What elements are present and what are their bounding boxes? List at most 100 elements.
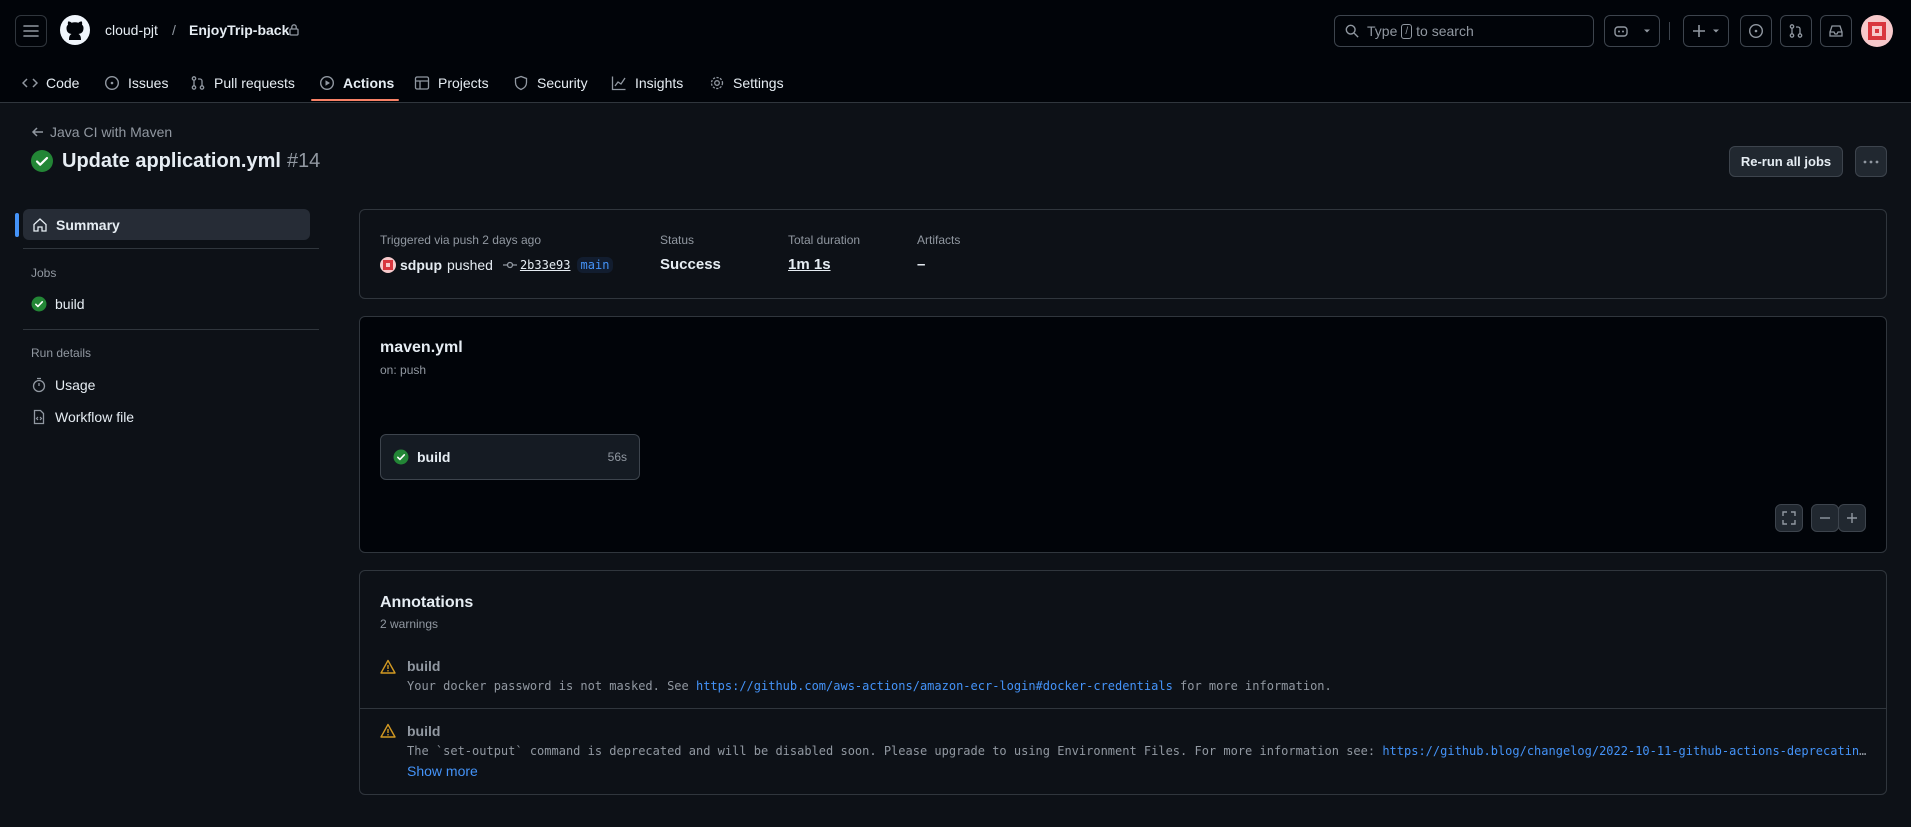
tab-actions-label: Actions: [343, 75, 395, 91]
search-prefix: Type: [1367, 23, 1398, 39]
back-to-workflow-link[interactable]: Java CI with Maven: [31, 124, 172, 140]
status-label: Status: [660, 233, 695, 247]
issue-opened-icon: [104, 75, 120, 91]
annotation-link[interactable]: https://github.com/aws-actions/amazon-ec…: [696, 679, 1173, 693]
git-pull-request-icon: [191, 76, 205, 90]
issue-opened-icon: [1748, 23, 1764, 39]
shield-icon: [514, 75, 528, 91]
user-avatar[interactable]: [1861, 15, 1893, 47]
job-card-duration: 56s: [607, 450, 627, 464]
commit-sha-link[interactable]: 2b33e93: [520, 258, 571, 272]
avatar-image-icon: [1868, 22, 1886, 40]
zoom-in-button[interactable]: [1838, 504, 1866, 532]
job-card-build[interactable]: build 56s: [380, 434, 640, 480]
run-number: #14: [286, 149, 321, 172]
chevron-down-icon: [1713, 29, 1719, 33]
screen-full-icon: [1782, 511, 1796, 525]
kebab-horizontal-icon: [1863, 160, 1879, 163]
table-icon: [414, 76, 430, 90]
tab-projects[interactable]: Projects: [414, 64, 489, 102]
github-logo-icon[interactable]: [59, 14, 91, 46]
home-icon: [33, 217, 47, 232]
tab-security[interactable]: Security: [513, 64, 588, 102]
git-pull-request-icon: [1789, 24, 1803, 38]
annotation-text: The `set-output` command is deprecated a…: [407, 744, 1383, 758]
menu-button[interactable]: [15, 15, 47, 47]
tab-projects-label: Projects: [438, 75, 489, 91]
stopwatch-icon: [32, 377, 46, 393]
git-commit-icon: [502, 261, 517, 269]
annotation-suffix: for more information.: [1172, 679, 1332, 693]
graph-icon: [611, 76, 626, 91]
alert-icon: [380, 659, 396, 675]
run-title: Update application.yml #14: [30, 149, 320, 173]
tab-pull-requests[interactable]: Pull requests: [190, 64, 295, 102]
jobs-heading: Jobs: [31, 266, 57, 280]
inbox-button[interactable]: [1820, 15, 1852, 47]
header-divider: [1669, 22, 1670, 40]
arrow-left-icon: [31, 127, 43, 137]
search-suffix: to search: [1416, 23, 1474, 39]
sidebar-item-workflow-file-label: Workflow file: [55, 409, 135, 425]
artifacts-label: Artifacts: [917, 233, 961, 247]
copilot-button[interactable]: [1604, 15, 1660, 47]
issues-button[interactable]: [1740, 15, 1772, 47]
tab-settings-label: Settings: [733, 75, 784, 91]
sidebar-item-usage-label: Usage: [55, 377, 96, 393]
sidebar-active-indicator: [15, 213, 19, 237]
check-circle-fill-icon: [31, 150, 53, 172]
workflow-trigger: on: push: [380, 363, 427, 377]
gear-icon: [710, 76, 724, 90]
duration-value[interactable]: 1m 1s: [788, 256, 831, 273]
annotation-divider: [360, 708, 1886, 709]
more-options-button[interactable]: [1855, 146, 1887, 177]
annotation-job-link[interactable]: build: [407, 723, 440, 739]
search-icon: [1345, 24, 1359, 38]
branch-badge[interactable]: main: [576, 257, 614, 273]
sidebar-item-usage[interactable]: Usage: [31, 377, 95, 393]
push-info: sdpup pushed 2b33e93 main: [380, 257, 614, 273]
show-more-link[interactable]: Show more: [407, 763, 478, 779]
sidebar-divider: [23, 248, 319, 249]
tab-pull-requests-label: Pull requests: [214, 75, 295, 91]
pusher-username[interactable]: sdpup: [400, 257, 442, 273]
inbox-icon: [1829, 25, 1843, 37]
pull-requests-button[interactable]: [1780, 15, 1812, 47]
file-code-icon: [33, 409, 45, 425]
sidebar-item-workflow-file[interactable]: Workflow file: [31, 409, 134, 425]
duration-label: Total duration: [788, 233, 861, 247]
sidebar-item-build-label: build: [55, 296, 85, 312]
sidebar-item-summary[interactable]: Summary: [23, 209, 310, 240]
user-avatar-small[interactable]: [380, 257, 396, 273]
zoom-out-button[interactable]: [1811, 504, 1839, 532]
annotation-text: Your docker password is not masked. See: [407, 679, 696, 693]
plus-icon: [1693, 25, 1705, 37]
tab-issues[interactable]: Issues: [104, 64, 168, 102]
tab-issues-label: Issues: [128, 75, 169, 91]
tab-code[interactable]: Code: [22, 64, 79, 102]
annotation-link[interactable]: https://github.blog/changelog/2022-10-11…: [1382, 744, 1867, 758]
trigger-text: Triggered via push 2 days ago: [380, 233, 541, 247]
sidebar-item-build[interactable]: build: [31, 296, 85, 312]
sidebar-divider: [23, 329, 319, 330]
fullscreen-button[interactable]: [1775, 504, 1803, 532]
create-new-button[interactable]: [1683, 15, 1729, 47]
avatar-image-icon: [383, 260, 393, 270]
tab-actions[interactable]: Actions: [319, 64, 394, 102]
run-title-text: Update application.yml: [62, 149, 281, 172]
job-card-name: build: [417, 449, 451, 465]
tab-settings[interactable]: Settings: [709, 64, 784, 102]
search-input[interactable]: Type / to search: [1334, 15, 1594, 47]
check-circle-fill-icon: [31, 296, 47, 312]
run-details-heading: Run details: [31, 346, 92, 360]
owner-link[interactable]: cloud-pjt: [105, 22, 158, 38]
annotation-message: Your docker password is not masked. See …: [407, 679, 1867, 693]
repo-link[interactable]: EnjoyTrip-back: [189, 22, 289, 38]
status-value: Success: [660, 256, 721, 273]
tab-insights[interactable]: Insights: [611, 64, 683, 102]
tab-insights-label: Insights: [635, 75, 684, 91]
annotation-job-link[interactable]: build: [407, 658, 440, 674]
rerun-all-jobs-button[interactable]: Re-run all jobs: [1729, 146, 1843, 177]
hamburger-icon: [23, 25, 39, 37]
check-circle-fill-icon: [393, 449, 409, 465]
